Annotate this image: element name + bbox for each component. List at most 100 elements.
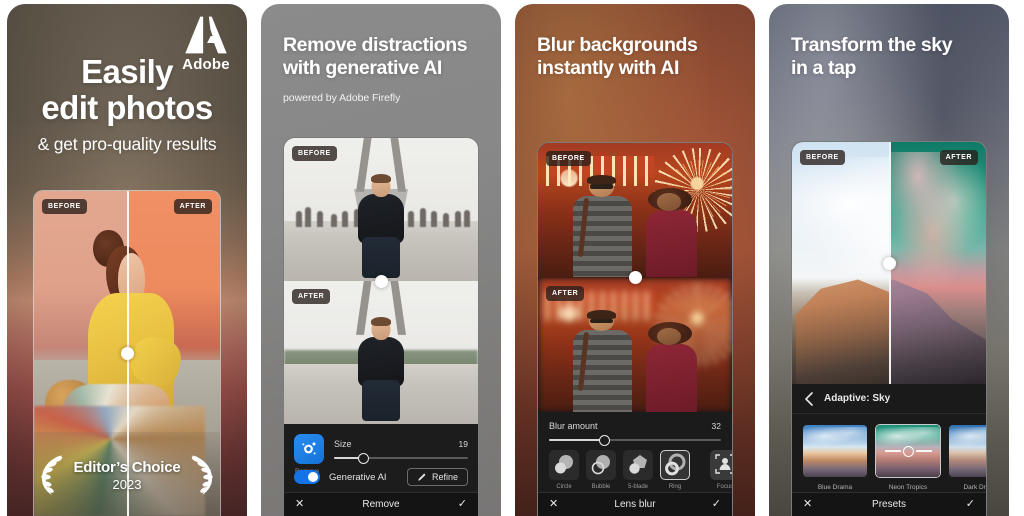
hair-shape: [587, 175, 616, 185]
preset-neon-tropics-label: Neon Tropics: [888, 484, 928, 491]
remove-brush-glyph: [302, 442, 316, 455]
panel-2-headline-line2: with generative AI: [283, 57, 442, 80]
pencil-icon: [418, 473, 426, 481]
panel-4-bottom-title: Presets: [872, 499, 906, 510]
panel-2-size-row: Size 19: [284, 424, 478, 464]
panel-4-headline-line2: in a tap: [791, 57, 857, 80]
adobe-wordmark: Adobe: [182, 56, 230, 73]
chevron-left-icon[interactable]: [804, 391, 814, 406]
panel-4-before-after-image: BEFORE AFTER: [792, 142, 986, 384]
person-left: [571, 175, 635, 278]
panel-2-before-image: BEFORE: [284, 138, 478, 281]
adobe-brand-lockup: Adobe: [177, 14, 235, 72]
panel-2-bottom-bar: ✕ Remove ✓: [284, 492, 478, 516]
lens-5blade-label: 5-blade: [627, 484, 648, 490]
panel-4-split-handle-icon[interactable]: [882, 256, 896, 270]
remove-brush-icon[interactable]: [294, 434, 324, 464]
subject-man-before: [355, 174, 407, 279]
panel-2-split-handle-icon[interactable]: [374, 274, 388, 288]
lens-option-circle[interactable]: Circle: [549, 450, 579, 490]
screenshot-panel-2[interactable]: Remove distractions with generative AI p…: [261, 4, 501, 516]
panel-2-before-badge: BEFORE: [292, 146, 337, 161]
screenshot-gallery: Adobe Easily edit photos & get pro-quali…: [0, 0, 1024, 516]
legs-shape: [362, 379, 400, 422]
lens-option-5blade[interactable]: 5-blade: [623, 450, 653, 490]
panel-4-headline-line1: Transform the sky: [791, 34, 953, 56]
blur-amount-slider[interactable]: Blur amount 32: [538, 412, 732, 446]
glasses-shape: [590, 184, 614, 189]
panel-4-close-icon[interactable]: ✕: [803, 499, 812, 510]
refine-button[interactable]: Refine: [406, 468, 468, 486]
lens-circle-icon: [549, 450, 579, 480]
panel-2-after-image: AFTER: [284, 281, 478, 424]
panel-1-before-after-photo[interactable]: BEFORE AFTER Editor’s Choice 2023: [33, 190, 221, 516]
preset-intensity-handle-icon[interactable]: [884, 445, 932, 457]
blur-slider-value: 32: [711, 421, 721, 431]
hair-shape: [371, 317, 391, 327]
panel-3-headline-line2: instantly with AI: [537, 57, 679, 80]
panel-4-check-icon[interactable]: ✓: [966, 499, 975, 510]
person-right: [641, 187, 702, 278]
refine-label: Refine: [431, 472, 458, 482]
generative-ai-toggle[interactable]: [294, 470, 320, 484]
screenshot-panel-4[interactable]: Transform the sky in a tap BEFORE AFTER: [769, 4, 1009, 516]
preset-blue-drama-thumb[interactable]: [802, 424, 868, 478]
panel-3-before-badge: BEFORE: [546, 151, 591, 166]
adaptive-sky-nav[interactable]: Adaptive: Sky: [792, 384, 986, 414]
red-dress-shape: [645, 209, 698, 278]
panel-3-split-handle-icon[interactable]: [628, 271, 642, 284]
panel-3-bottom-bar: ✕ Lens blur ✓: [538, 492, 732, 516]
panel-3-close-icon[interactable]: ✕: [549, 499, 558, 510]
presets-carousel[interactable]: Blue Drama Neon Tropics Dark Dr: [792, 414, 986, 491]
panel-4-bottom-bar: ✕ Presets ✓: [792, 492, 986, 516]
blur-slider-fill: [549, 439, 605, 441]
preset-dark-drama[interactable]: Dark Drama: [948, 424, 986, 491]
lens-shape-picker: Circle Bubble 5-blade Ring Focus: [538, 441, 732, 490]
blur-slider-knob[interactable]: [598, 434, 610, 446]
panel-3-headline-line1: Blur backgrounds: [537, 34, 698, 56]
person-left-after: [571, 309, 635, 412]
panel-3-before-after-stack: BEFORE AFTER: [538, 143, 732, 412]
hair-shape: [587, 309, 616, 319]
editors-choice-text: Editor’s Choice 2023: [73, 459, 180, 492]
preset-neon-tropics[interactable]: Neon Tropics: [875, 424, 941, 491]
focus-option[interactable]: Focus: [710, 450, 732, 490]
preset-dark-drama-thumb[interactable]: [948, 424, 986, 478]
panel-1-headline-line2: edit photos: [41, 88, 213, 126]
lens-5blade-icon: [623, 450, 653, 480]
preset-neon-tropics-thumb[interactable]: [875, 424, 941, 478]
panel-3-header: Blur backgrounds instantly with AI: [537, 34, 741, 81]
panel-3-bottom-title: Lens blur: [614, 499, 656, 510]
panel-2-after-badge: AFTER: [292, 289, 331, 304]
lens-bubble-icon: [586, 450, 616, 480]
focus-subject-icon: [710, 450, 732, 480]
panel-2-check-icon[interactable]: ✓: [458, 499, 467, 510]
panel-2-close-icon[interactable]: ✕: [295, 499, 304, 510]
preset-blue-drama[interactable]: Blue Drama: [802, 424, 868, 491]
screenshot-panel-3[interactable]: Blur backgrounds instantly with AI BEFOR…: [515, 4, 755, 516]
generative-ai-label: Generative AI: [329, 471, 387, 483]
adobe-logo-icon: [185, 16, 227, 54]
size-slider[interactable]: Size 19: [334, 439, 468, 464]
clouds-after: [889, 151, 986, 288]
lens-bubble-glyph: [591, 455, 610, 475]
lens-5blade-glyph: [629, 455, 647, 474]
panel-2-device-mock[interactable]: BEFORE AFTER Size 19 Generative AI Refin…: [283, 137, 479, 516]
lens-option-bubble[interactable]: Bubble: [586, 450, 616, 490]
blur-slider-head: Blur amount 32: [549, 421, 721, 431]
panel-4-device-mock[interactable]: BEFORE AFTER Adaptive: Sky Blue Drama Ne…: [791, 141, 987, 516]
preset-cloud-overlay: [803, 427, 867, 451]
size-slider-label: Size: [334, 439, 352, 449]
laurel-left-icon: [41, 455, 64, 495]
editors-choice-year: 2023: [112, 476, 142, 492]
lens-option-ring[interactable]: Ring: [660, 450, 690, 490]
blur-slider-track[interactable]: [549, 434, 721, 446]
size-slider-knob[interactable]: [357, 452, 369, 464]
panel-3-after-badge: AFTER: [546, 285, 585, 301]
panel-1-split-handle-icon[interactable]: [120, 347, 134, 360]
panel-3-device-mock[interactable]: BEFORE AFTER Blur amount 32 Circle Bubbl…: [537, 142, 733, 516]
screenshot-panel-1[interactable]: Adobe Easily edit photos & get pro-quali…: [7, 4, 247, 516]
size-slider-track[interactable]: [334, 452, 468, 464]
panel-3-check-icon[interactable]: ✓: [712, 499, 721, 510]
editors-choice-title: Editor’s Choice: [73, 458, 181, 476]
